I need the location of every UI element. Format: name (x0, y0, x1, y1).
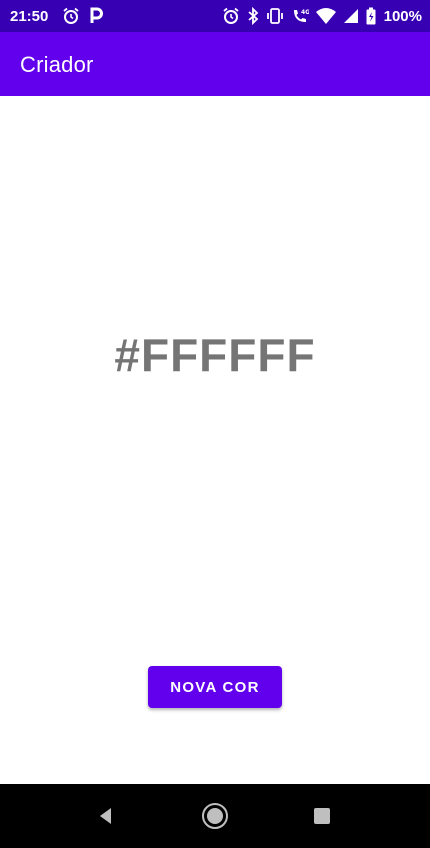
signal-icon (343, 7, 359, 25)
status-left-icons (62, 7, 103, 25)
wifi-icon (315, 7, 336, 25)
status-bar: 21:50 4G 100% (0, 0, 430, 32)
app-bar: Criador (0, 32, 430, 96)
color-code-text: #FFFFFF (114, 329, 316, 381)
status-time: 21:50 (10, 8, 49, 25)
back-icon[interactable] (86, 796, 126, 836)
bluetooth-icon (247, 7, 259, 25)
parking-icon (89, 7, 103, 25)
battery-percent: 100% (383, 7, 422, 25)
vibrate-icon (266, 7, 284, 25)
nova-cor-button[interactable]: NOVA COR (148, 666, 282, 708)
main-content: #FFFFFF NOVA COR (0, 96, 430, 784)
navigation-bar (0, 784, 430, 848)
home-icon[interactable] (195, 796, 235, 836)
lte-call-icon: 4G (291, 7, 309, 25)
status-right-icons: 4G 100% (222, 7, 422, 25)
alarm-icon (222, 7, 240, 25)
battery-icon (366, 7, 376, 25)
alarm-icon (62, 7, 80, 25)
svg-text:4G: 4G (301, 9, 309, 16)
recents-icon[interactable] (302, 796, 342, 836)
app-title: Criador (20, 52, 94, 77)
screen: 21:50 4G 100% Criador #FFFFFF NOVA COR (0, 0, 430, 848)
